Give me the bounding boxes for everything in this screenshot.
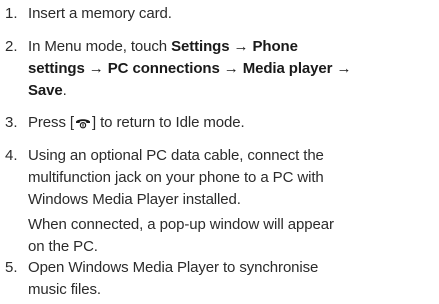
step-text: Press [ ] to return to Idle mode. [28, 112, 438, 134]
step-text: Insert a memory card. [28, 3, 438, 25]
step-line: settings → PC connections → Media player… [28, 58, 438, 80]
step-text-plain: Press [ [28, 114, 74, 131]
step-line: Using an optional PC data cable, connect… [28, 147, 324, 164]
step-text-plain: . [62, 82, 67, 99]
step-text: Using an optional PC data cable, connect… [28, 145, 438, 258]
step-text-plain: ] to return to Idle mode. [91, 114, 245, 131]
step-line: Open Windows Media Player to synchronise [28, 259, 319, 276]
step-line: Windows Media Player installed. [28, 191, 241, 208]
end-call-key-icon [75, 119, 90, 129]
step-line: Insert a memory card. [28, 5, 172, 22]
step-line: on the PC. [28, 238, 98, 255]
menu-path: Settings → Phone [171, 38, 298, 55]
step-line: Press [ ] to return to Idle mode. [28, 112, 438, 134]
step-number: 4. [5, 147, 18, 164]
step-line: multifunction jack on your phone to a PC… [28, 169, 324, 186]
step-text: Open Windows Media Player to synchronise… [28, 257, 438, 301]
step-number: 1. [5, 5, 18, 22]
step-text: In Menu mode, touch Settings → Phone set… [28, 36, 438, 102]
step-number: 2. [5, 38, 18, 55]
step-number: 5. [5, 259, 18, 276]
step-number: 3. [5, 114, 18, 131]
step-line: Save. [28, 80, 438, 102]
step-text-plain: In Menu mode, touch [28, 38, 172, 55]
menu-path: Save [28, 82, 63, 99]
step-line: music files. [28, 281, 101, 298]
step-line: When connected, a pop-up window will app… [28, 216, 334, 233]
step-line: In Menu mode, touch Settings → Phone [28, 36, 438, 58]
menu-path: settings → PC connections → Media player… [28, 60, 352, 77]
